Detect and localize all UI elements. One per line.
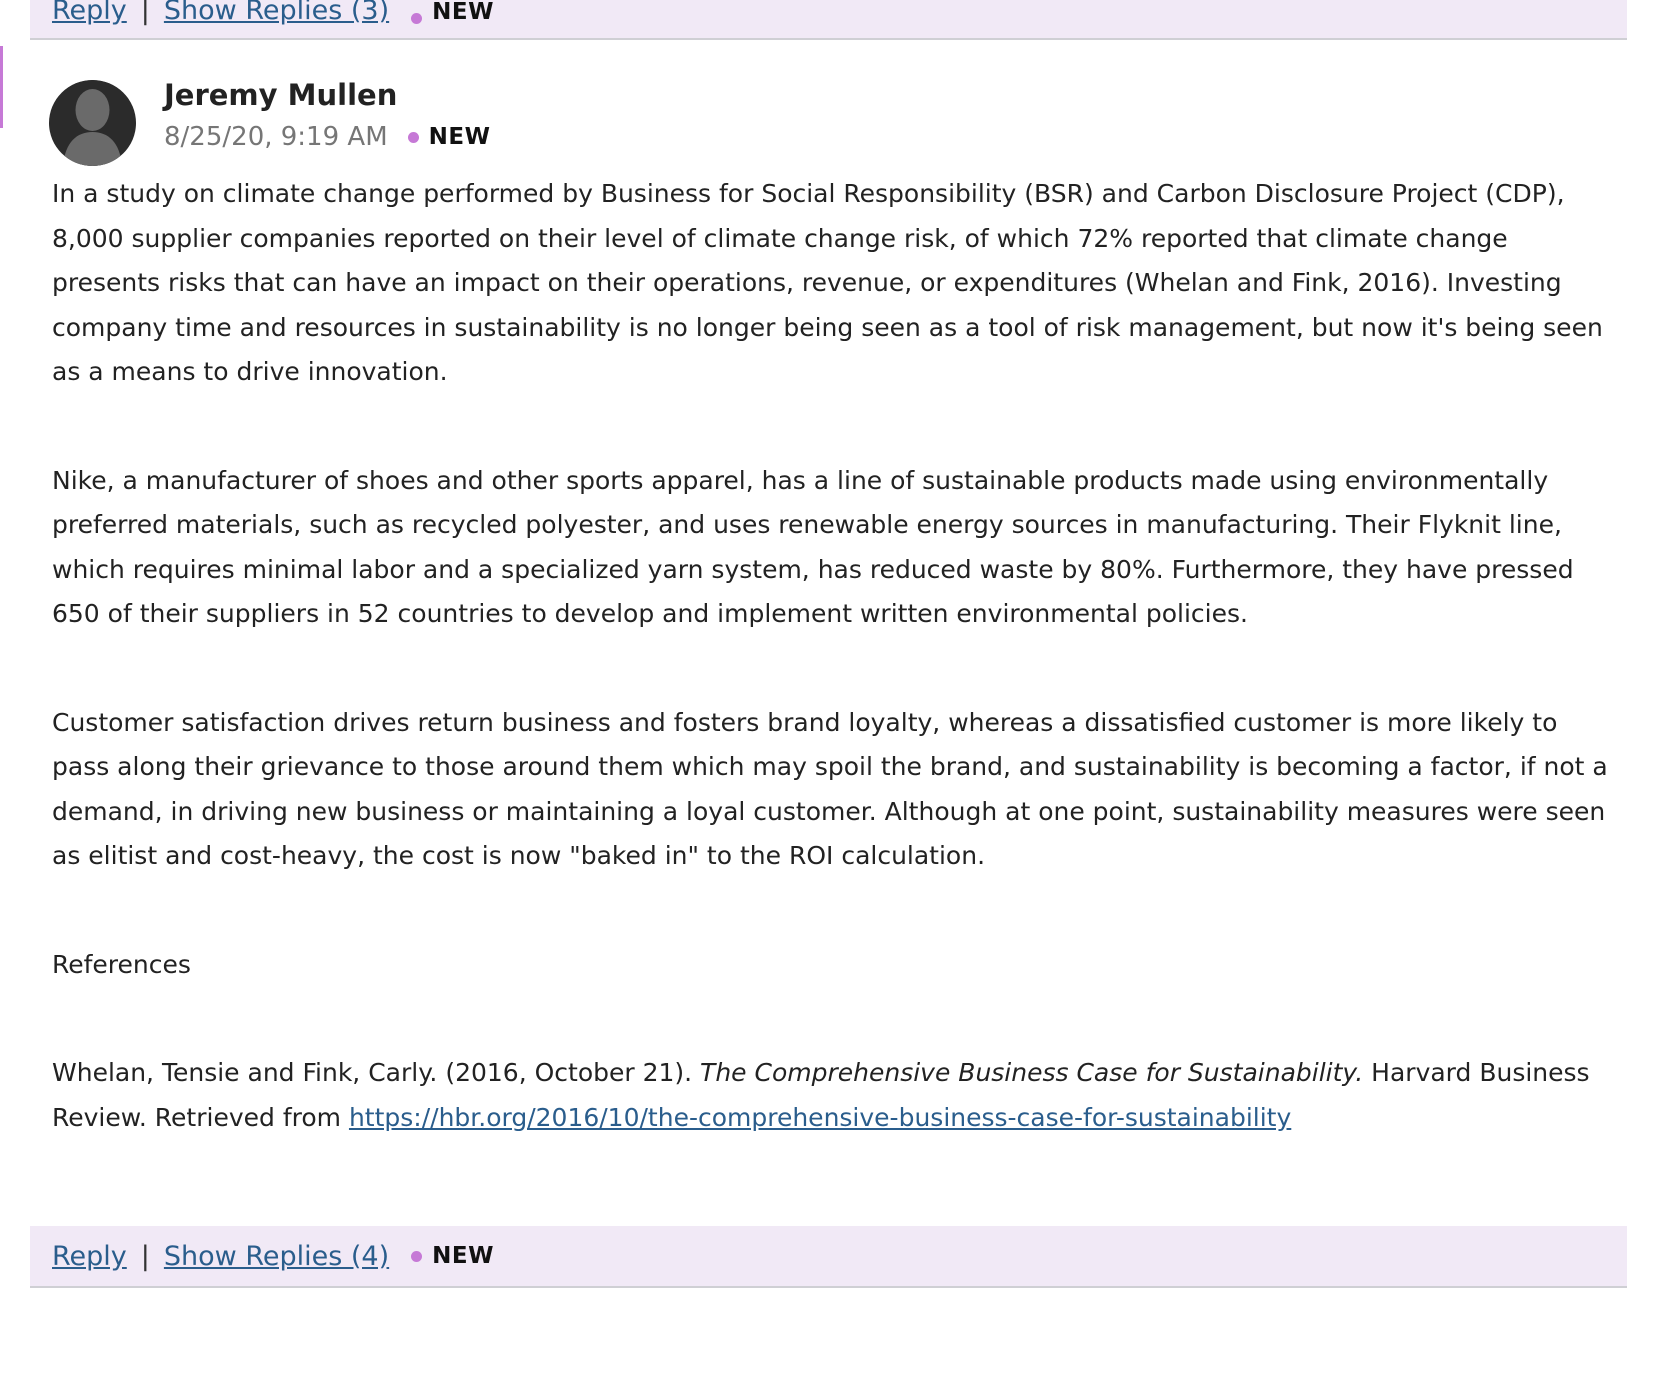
post-timestamp: 8/25/20, 9:19 AM [164, 122, 388, 152]
post-body: In a study on climate change performed b… [52, 172, 1617, 1140]
post-paragraph: In a study on climate change performed b… [52, 179, 1603, 386]
reference-title: The Comprehensive Business Case for Sust… [700, 1058, 1364, 1087]
separator: | [140, 0, 150, 26]
post-meta: 8/25/20, 9:19 AM NEW [164, 122, 490, 152]
post-footer: Reply | Show Replies (4) NEW [30, 1226, 1627, 1288]
author-name[interactable]: Jeremy Mullen [164, 78, 397, 112]
reference-link[interactable]: https://hbr.org/2016/10/the-comprehensiv… [349, 1103, 1291, 1132]
reference-entry: Whelan, Tensie and Fink, Carly. (2016, O… [52, 1051, 1617, 1140]
avatar[interactable] [49, 80, 136, 166]
post-paragraph: Customer satisfaction drives return busi… [52, 707, 1608, 871]
new-dot-icon [407, 131, 419, 143]
unread-accent-bar [0, 46, 3, 128]
new-badge: NEW [432, 0, 494, 25]
new-badge: NEW [432, 1242, 494, 1269]
post-paragraph: Nike, a manufacturer of shoes and other … [52, 465, 1574, 629]
separator: | [140, 1240, 150, 1272]
reference-authors: Whelan, Tensie and Fink, Carly. (2016, O… [52, 1058, 701, 1087]
references-heading: References [52, 949, 191, 979]
user-silhouette-icon [49, 80, 136, 166]
reply-link[interactable]: Reply [52, 0, 127, 24]
discussion-page: Reply | Show Replies (3) NEW Jeremy Mull… [0, 0, 1656, 1398]
previous-post-footer: Reply | Show Replies (3) NEW [30, 0, 1627, 40]
reply-link[interactable]: Reply [52, 1243, 127, 1270]
new-dot-icon [411, 13, 423, 24]
show-replies-link[interactable]: Show Replies (4) [164, 1243, 389, 1270]
new-badge: NEW [428, 123, 491, 150]
show-replies-link[interactable]: Show Replies (3) [164, 0, 389, 24]
new-dot-icon [411, 1250, 423, 1262]
